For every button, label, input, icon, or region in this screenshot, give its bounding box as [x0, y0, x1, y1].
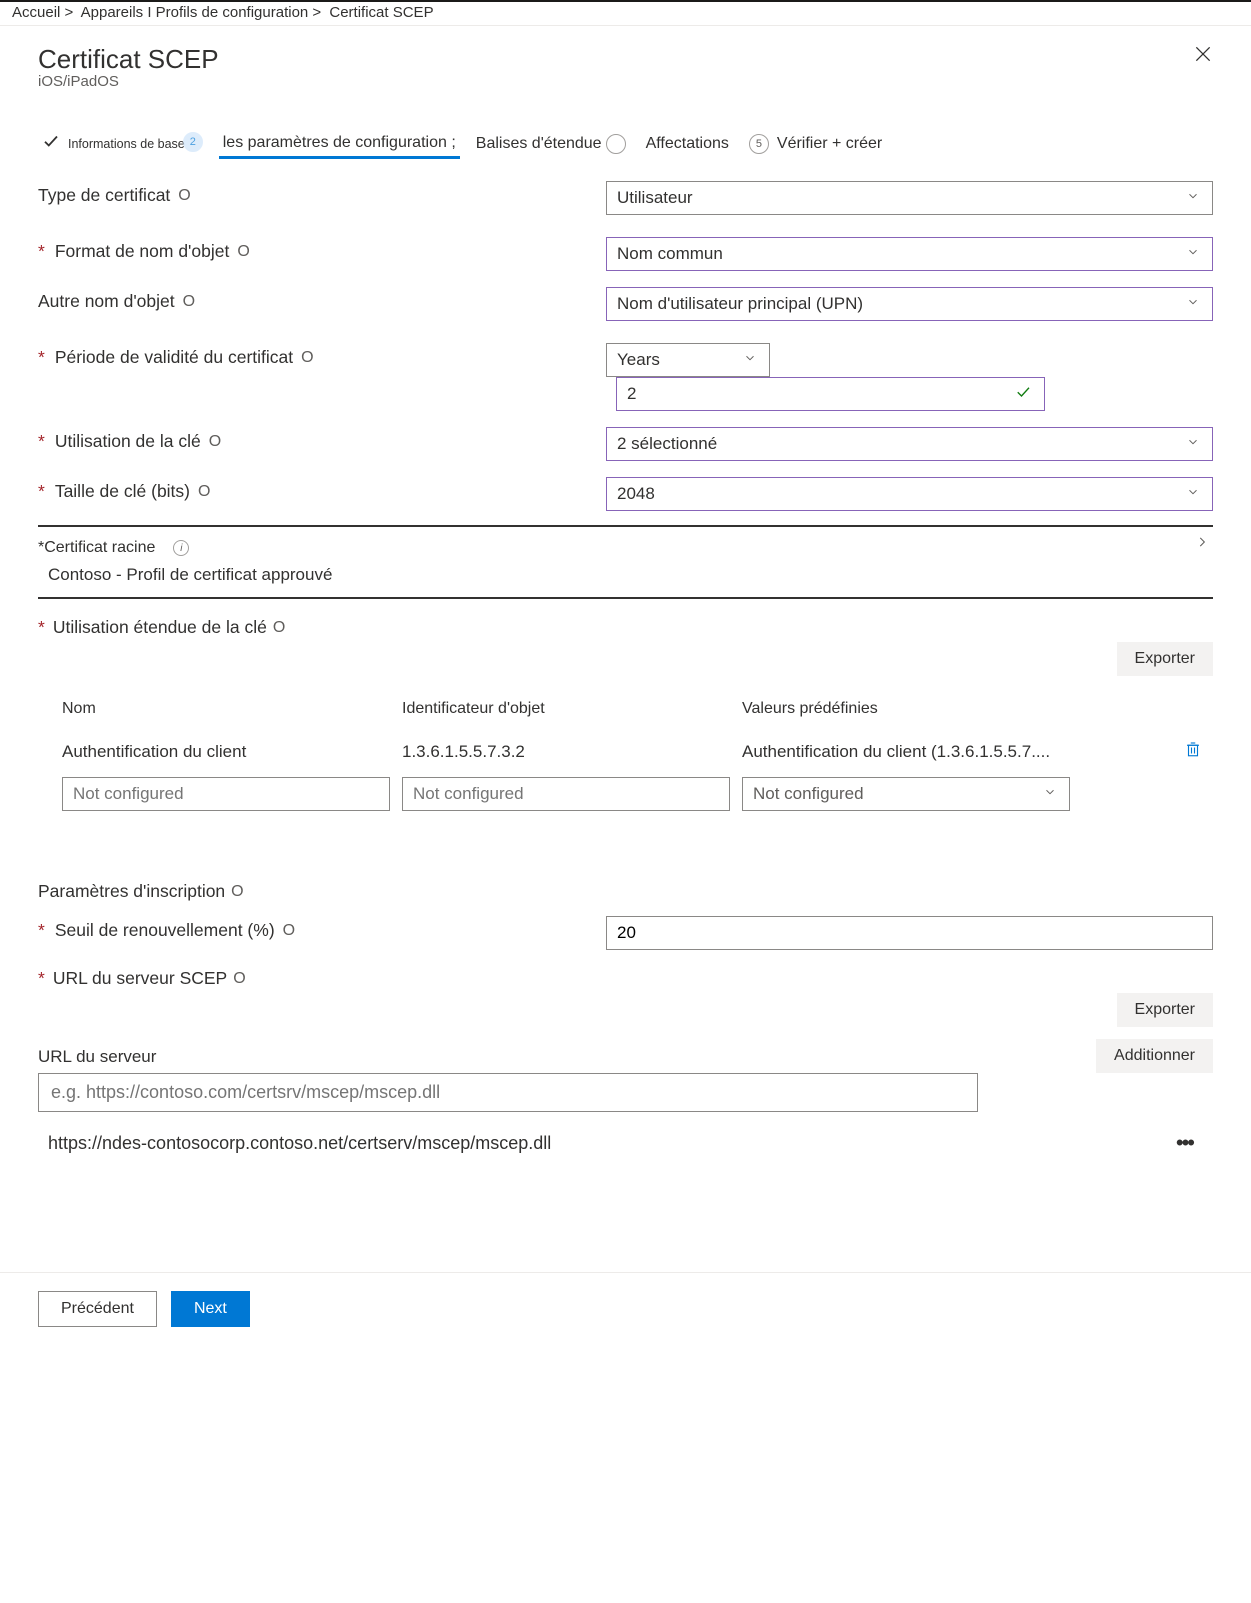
subject-format-select[interactable]: Nom commun: [606, 237, 1213, 271]
step-config-label: les paramètres de configuration ;: [223, 134, 456, 152]
step-config[interactable]: les paramètres de configuration ;: [219, 134, 460, 159]
chevron-down-icon: [1186, 434, 1200, 454]
scep-url-label: URL du serveur SCEP: [53, 968, 227, 989]
breadcrumb: Accueil > Appareils I Profils de configu…: [0, 2, 1251, 26]
server-url-value: https://ndes-contosocorp.contoso.net/cer…: [48, 1133, 1176, 1154]
delete-button[interactable]: [1173, 740, 1213, 763]
validity-value-input[interactable]: 2: [616, 377, 1045, 411]
add-button[interactable]: Additionner: [1096, 1039, 1213, 1073]
step-assign[interactable]: Affectations: [642, 135, 733, 159]
wizard-steps: Informations de base 2 les paramètres de…: [38, 132, 1213, 161]
breadcrumb-devices[interactable]: Appareils I Profils de configuration >: [81, 4, 322, 21]
key-usage-select[interactable]: 2 sélectionné: [606, 427, 1213, 461]
info-icon[interactable]: O: [233, 970, 245, 988]
more-icon[interactable]: •••: [1176, 1130, 1213, 1156]
info-icon[interactable]: O: [198, 483, 210, 501]
chevron-down-icon: [1043, 784, 1057, 804]
eku-header-name: Nom: [62, 700, 402, 718]
eku-oid-input[interactable]: [402, 777, 730, 811]
renewal-input[interactable]: [606, 916, 1213, 950]
info-icon[interactable]: i: [173, 540, 189, 556]
key-size-label: Taille de clé (bits): [55, 481, 190, 502]
export-button-2[interactable]: Exporter: [1117, 993, 1213, 1027]
info-icon[interactable]: O: [231, 883, 243, 901]
chevron-down-icon: [1186, 294, 1200, 314]
server-url-item: https://ndes-contosocorp.contoso.net/cer…: [38, 1112, 1213, 1162]
required-icon: *: [38, 920, 45, 941]
root-cert-value: Contoso - Profil de certificat approuvé: [38, 557, 1213, 589]
required-icon: *: [38, 617, 45, 638]
san-label: Autre nom d'objet: [38, 291, 175, 312]
san-value: Nom d'utilisateur principal (UPN): [617, 294, 863, 313]
check-icon: [42, 132, 60, 155]
subject-format-label: Format de nom d'objet: [55, 241, 230, 262]
check-icon: [1014, 383, 1032, 406]
chevron-down-icon: [1186, 244, 1200, 264]
validity-value: 2: [627, 384, 636, 403]
root-cert-label: *Certificat racine: [38, 539, 155, 557]
step-assign-label: Affectations: [646, 135, 729, 153]
info-icon[interactable]: O: [178, 187, 190, 205]
eku-row-oid: 1.3.6.1.5.5.7.3.2: [402, 742, 742, 762]
export-button[interactable]: Exporter: [1117, 642, 1213, 676]
step-scope-label: Balises d'étendue: [476, 135, 602, 153]
step-config-badge: 2: [183, 132, 203, 152]
eku-predef-value: Not configured: [753, 784, 864, 803]
chevron-down-icon: [1186, 188, 1200, 208]
info-icon[interactable]: O: [273, 619, 285, 637]
step-review-badge: 5: [749, 134, 769, 154]
required-icon: *: [38, 968, 45, 989]
info-icon[interactable]: O: [301, 349, 313, 367]
step-basics[interactable]: Informations de base 2: [38, 132, 207, 161]
validity-unit-value: Years: [617, 350, 660, 369]
info-icon[interactable]: O: [183, 293, 195, 311]
server-url-input[interactable]: [38, 1073, 978, 1112]
key-size-value: 2048: [617, 484, 655, 503]
info-icon[interactable]: O: [209, 433, 221, 451]
eku-predef-select[interactable]: Not configured: [742, 777, 1070, 811]
breadcrumb-current: Certificat SCEP: [329, 4, 433, 21]
san-select[interactable]: Nom d'utilisateur principal (UPN): [606, 287, 1213, 321]
chevron-down-icon: [743, 350, 757, 370]
root-certificate-section[interactable]: *Certificat racine i Contoso - Profil de…: [38, 535, 1213, 599]
chevron-right-icon[interactable]: [1195, 535, 1209, 554]
key-usage-value: 2 sélectionné: [617, 434, 717, 453]
renewal-label: Seuil de renouvellement (%): [55, 920, 275, 941]
eku-row-predef: Authentification du client (1.3.6.1.5.5.…: [742, 742, 1173, 762]
eku-header-oid: Identificateur d'objet: [402, 700, 742, 718]
next-button[interactable]: Next: [171, 1291, 250, 1327]
step-review-label: Vérifier + créer: [777, 135, 882, 153]
eku-name-input[interactable]: [62, 777, 390, 811]
close-button[interactable]: [1193, 44, 1213, 69]
eku-row-name: Authentification du client: [62, 742, 402, 762]
eku-label: Utilisation étendue de la clé: [53, 617, 267, 638]
cert-type-label: Type de certificat: [38, 185, 170, 206]
info-icon[interactable]: O: [283, 922, 295, 940]
chevron-down-icon: [1186, 484, 1200, 504]
page-subtitle: iOS/iPadOS: [38, 73, 1193, 90]
step-review[interactable]: 5 Vérifier + créer: [745, 134, 886, 160]
validity-label: Période de validité du certificat: [55, 347, 293, 368]
cert-type-select[interactable]: Utilisateur: [606, 181, 1213, 215]
cert-type-value: Utilisateur: [617, 188, 693, 207]
info-icon[interactable]: O: [237, 243, 249, 261]
key-usage-label: Utilisation de la clé: [55, 431, 201, 452]
required-icon: *: [38, 431, 45, 452]
step-scope-badge: [606, 134, 626, 154]
subject-format-value: Nom commun: [617, 244, 723, 263]
key-size-select[interactable]: 2048: [606, 477, 1213, 511]
eku-row: Authentification du client 1.3.6.1.5.5.7…: [38, 732, 1213, 771]
eku-header-predef: Valeurs prédéfinies: [742, 700, 1213, 718]
required-icon: *: [38, 241, 45, 262]
required-icon: *: [38, 481, 45, 502]
validity-unit-select[interactable]: Years: [606, 343, 770, 377]
required-icon: *: [38, 347, 45, 368]
page-title: Certificat SCEP: [38, 44, 1193, 75]
step-basics-label: Informations de base: [68, 137, 185, 151]
previous-button[interactable]: Précédent: [38, 1291, 157, 1327]
server-url-label: URL du serveur: [38, 1047, 156, 1067]
breadcrumb-home[interactable]: Accueil >: [12, 4, 73, 21]
enroll-label: Paramètres d'inscription: [38, 881, 225, 902]
step-scope[interactable]: Balises d'étendue: [472, 134, 630, 160]
